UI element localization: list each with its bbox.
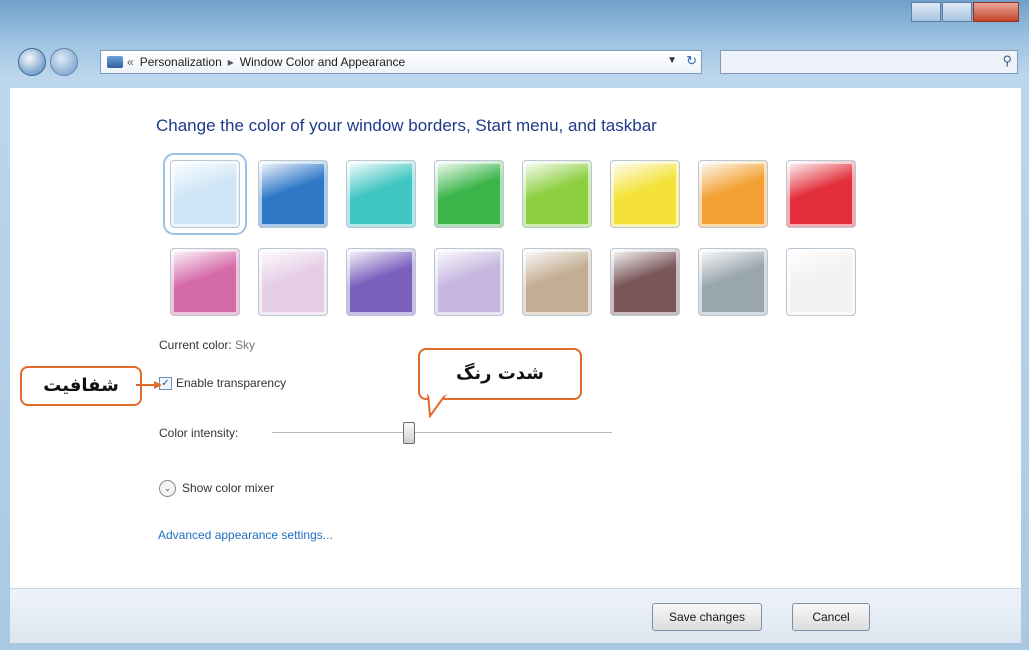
maximize-button[interactable] [942, 2, 972, 22]
color-swatch-violet[interactable] [346, 248, 416, 316]
color-swatch-blush[interactable] [258, 248, 328, 316]
chevron-down-icon[interactable]: ⌄ [159, 480, 176, 497]
navigation-bar: « Personalization ▸ Window Color and App… [8, 42, 1022, 82]
transparency-callout-connector [136, 381, 162, 389]
current-color-value: Sky [235, 338, 256, 352]
color-swatch-fuchsia[interactable] [170, 248, 240, 316]
current-color-label: Current color: [159, 338, 232, 352]
search-input[interactable]: ⚲ [720, 50, 1018, 74]
control-panel-icon [107, 56, 123, 68]
minimize-button[interactable] [911, 2, 941, 22]
content-pane: Change the color of your window borders,… [10, 88, 1021, 588]
color-swatch-sea[interactable] [346, 160, 416, 228]
color-swatch-sky[interactable] [163, 153, 247, 235]
color-intensity-label: Color intensity: [159, 426, 239, 440]
color-swatch-taupe[interactable] [522, 248, 592, 316]
current-color-text: Current color: Sky [159, 338, 255, 352]
back-button[interactable] [18, 48, 46, 76]
address-dropdown-icon[interactable]: ▼ [667, 55, 677, 66]
address-bar[interactable]: « Personalization ▸ Window Color and App… [100, 50, 702, 74]
color-swatch-lemon[interactable] [610, 160, 680, 228]
enable-transparency-label[interactable]: Enable transparency [176, 376, 286, 390]
color-swatch-leaf[interactable] [434, 160, 504, 228]
color-swatch-lavender[interactable] [434, 248, 504, 316]
color-swatch-pumpkin[interactable] [698, 160, 768, 228]
show-color-mixer-label[interactable]: Show color mixer [182, 481, 274, 495]
transparency-callout: شفافیت [20, 366, 142, 406]
page-heading: Change the color of your window borders,… [156, 116, 657, 135]
close-button[interactable] [973, 2, 1019, 22]
intensity-callout: شدت رنگ [418, 348, 582, 400]
color-intensity-slider-thumb[interactable] [403, 422, 415, 444]
color-swatch-lime[interactable] [522, 160, 592, 228]
breadcrumb-overflow-icon[interactable]: « [127, 55, 134, 69]
color-swatch-twilight[interactable] [258, 160, 328, 228]
color-swatch-slate[interactable] [698, 248, 768, 316]
title-bar-controls [910, 2, 1019, 22]
search-icon: ⚲ [1002, 53, 1012, 68]
intensity-callout-tail [426, 394, 448, 418]
save-changes-button[interactable]: Save changes [652, 603, 762, 631]
footer-bar: Save changes Cancel [10, 588, 1021, 643]
advanced-appearance-link[interactable]: Advanced appearance settings... [158, 528, 333, 542]
refresh-icon[interactable]: ↻ [686, 53, 697, 69]
breadcrumb-window-color[interactable]: Window Color and Appearance [240, 55, 405, 69]
color-intensity-slider-track[interactable] [272, 432, 612, 433]
cancel-button[interactable]: Cancel [792, 603, 870, 631]
forward-button[interactable] [50, 48, 78, 76]
window-frame: « Personalization ▸ Window Color and App… [0, 0, 1029, 650]
color-swatch-frost[interactable] [786, 248, 856, 316]
color-swatch-chocolate[interactable] [610, 248, 680, 316]
color-swatch-ruby[interactable] [786, 160, 856, 228]
breadcrumb-personalization[interactable]: Personalization [140, 55, 222, 69]
breadcrumb-separator-icon: ▸ [227, 55, 234, 69]
